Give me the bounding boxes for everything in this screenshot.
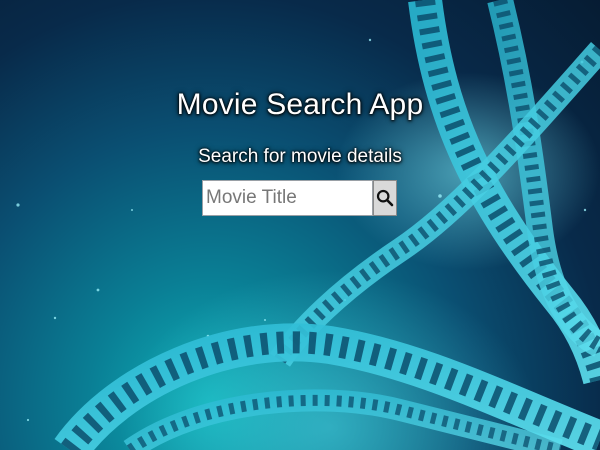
search-page: Movie Search App Search for movie detail… <box>0 0 600 450</box>
search-button[interactable] <box>373 180 397 216</box>
search-form <box>202 180 397 216</box>
app-title: Movie Search App <box>176 88 424 121</box>
search-icon <box>376 189 394 207</box>
app-subtitle: Search for movie details <box>198 146 402 167</box>
movie-title-input[interactable] <box>202 180 373 216</box>
